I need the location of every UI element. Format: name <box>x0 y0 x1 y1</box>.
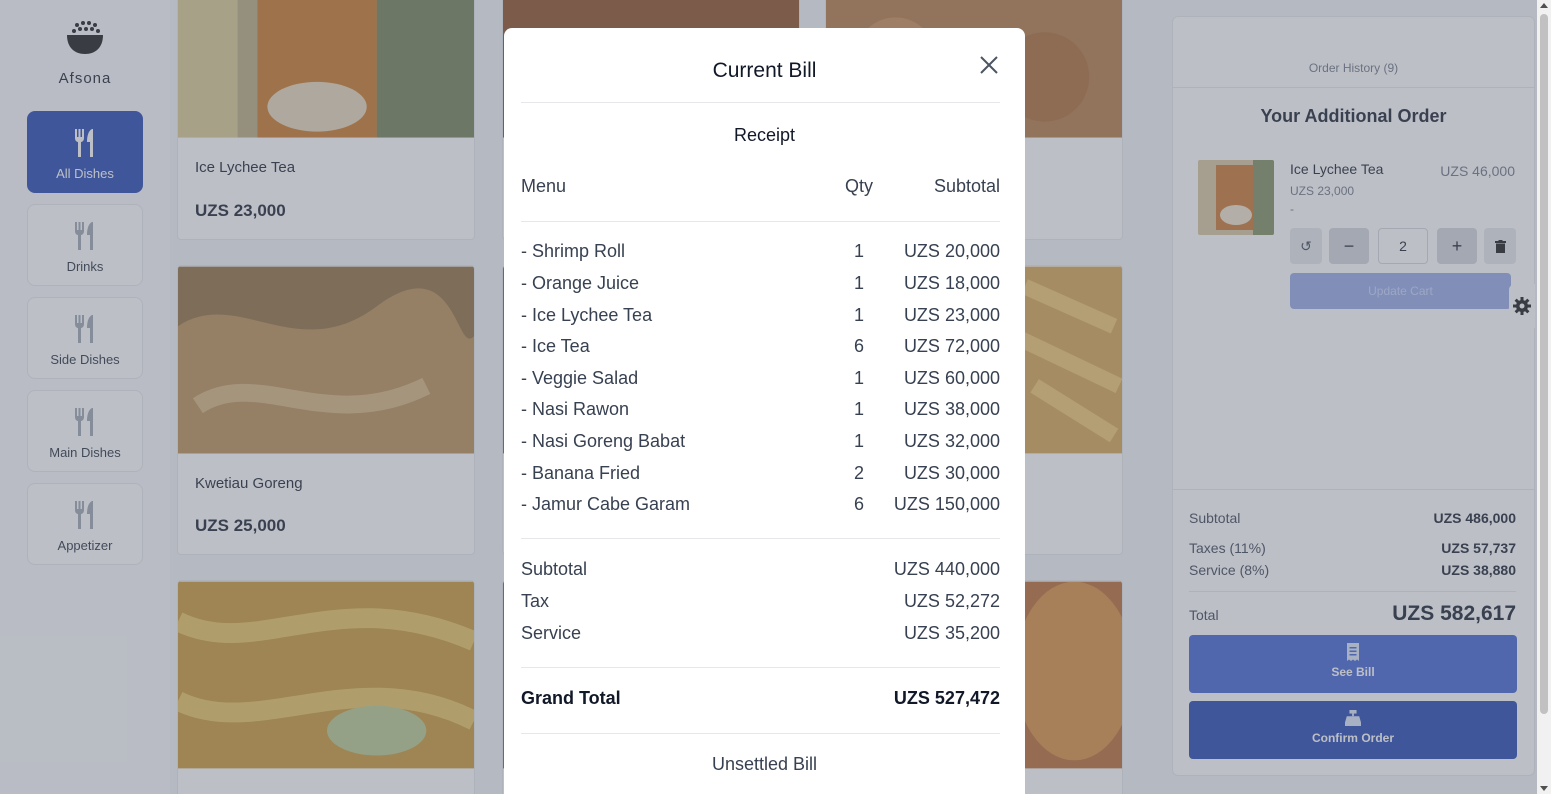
bill-tax-row: Tax UZS 52,272 <box>521 591 1000 612</box>
bill-row: - Banana Fried 2 UZS 30,000 <box>521 463 1000 484</box>
bill-row: - Nasi Rawon 1 UZS 38,000 <box>521 399 1000 420</box>
bill-row: - Nasi Goreng Babat 1 UZS 32,000 <box>521 431 1000 452</box>
bill-subtotal-value: UZS 440,000 <box>893 559 1000 579</box>
current-bill-modal: Current Bill Receipt Menu Qty Subtotal -… <box>504 28 1025 794</box>
header-menu: Menu <box>521 176 567 196</box>
header-qty: Qty <box>844 176 873 196</box>
receipt-heading: Receipt <box>733 125 796 145</box>
bill-item-name: - Veggie Salad <box>521 368 639 388</box>
bill-item-name: - Ice Lychee Tea <box>521 305 653 325</box>
scroll-up-icon[interactable] <box>1540 3 1548 8</box>
bill-item-name: - Orange Juice <box>521 273 640 293</box>
bill-item-name: - Shrimp Roll <box>521 241 626 261</box>
bill-item-qty: 1 <box>853 431 864 451</box>
bill-item-subtotal: UZS 38,000 <box>903 399 1000 419</box>
divider <box>521 102 1000 103</box>
bill-row: - Jamur Cabe Garam 6 UZS 150,000 <box>521 494 1000 515</box>
bill-row: - Orange Juice 1 UZS 18,000 <box>521 273 1000 294</box>
bill-item-qty: 1 <box>853 399 864 419</box>
grand-total-value: UZS 527,472 <box>893 688 1000 708</box>
scrollbar[interactable] <box>1537 0 1551 794</box>
divider <box>521 538 1000 539</box>
divider <box>521 221 1000 222</box>
bill-row: - Ice Tea 6 UZS 72,000 <box>521 336 1000 357</box>
bill-item-subtotal: UZS 30,000 <box>903 463 1000 483</box>
grand-total-row: Grand Total UZS 527,472 <box>521 688 1000 709</box>
bill-subtotal-row: Subtotal UZS 440,000 <box>521 559 1000 580</box>
scroll-down-icon[interactable] <box>1540 786 1548 791</box>
bill-tax-value: UZS 52,272 <box>903 591 1000 611</box>
bill-item-subtotal: UZS 20,000 <box>903 241 1000 261</box>
bill-item-subtotal: UZS 72,000 <box>903 336 1000 356</box>
bill-item-name: - Banana Fried <box>521 463 641 483</box>
bill-table-header: Menu Qty Subtotal <box>521 176 1000 197</box>
divider <box>521 667 1000 668</box>
bill-row: - Veggie Salad 1 UZS 60,000 <box>521 368 1000 389</box>
bill-item-name: - Nasi Goreng Babat <box>521 431 686 451</box>
bill-item-name: - Jamur Cabe Garam <box>521 494 691 514</box>
bill-item-subtotal: UZS 32,000 <box>903 431 1000 451</box>
bill-row: - Ice Lychee Tea 1 UZS 23,000 <box>521 305 1000 326</box>
bill-item-subtotal: UZS 23,000 <box>903 305 1000 325</box>
bill-item-subtotal: UZS 18,000 <box>903 273 1000 293</box>
bill-item-qty: 1 <box>853 368 864 388</box>
bill-item-qty: 1 <box>853 273 864 293</box>
bill-item-qty: 2 <box>853 463 864 483</box>
grand-total-label: Grand Total <box>521 688 621 708</box>
bill-item-name: - Nasi Rawon <box>521 399 630 419</box>
bill-item-qty: 6 <box>853 494 864 514</box>
bill-service-label: Service <box>521 623 582 643</box>
scrollbar-thumb[interactable] <box>1540 14 1548 714</box>
bill-status: Unsettled Bill <box>711 754 818 774</box>
bill-item-qty: 1 <box>853 305 864 325</box>
bill-service-row: Service UZS 35,200 <box>521 623 1000 644</box>
bill-item-qty: 6 <box>853 336 864 356</box>
close-icon[interactable] <box>978 54 1000 76</box>
modal-title: Current Bill <box>712 59 817 82</box>
bill-item-subtotal: UZS 60,000 <box>903 368 1000 388</box>
divider <box>521 733 1000 734</box>
bill-tax-label: Tax <box>521 591 550 611</box>
header-subtotal: Subtotal <box>933 176 1000 196</box>
bill-item-name: - Ice Tea <box>521 336 590 356</box>
bill-item-qty: 1 <box>853 241 864 261</box>
bill-service-value: UZS 35,200 <box>903 623 1000 643</box>
bill-subtotal-label: Subtotal <box>521 559 588 579</box>
bill-row: - Shrimp Roll 1 UZS 20,000 <box>521 241 1000 262</box>
bill-item-subtotal: UZS 150,000 <box>893 494 1000 514</box>
